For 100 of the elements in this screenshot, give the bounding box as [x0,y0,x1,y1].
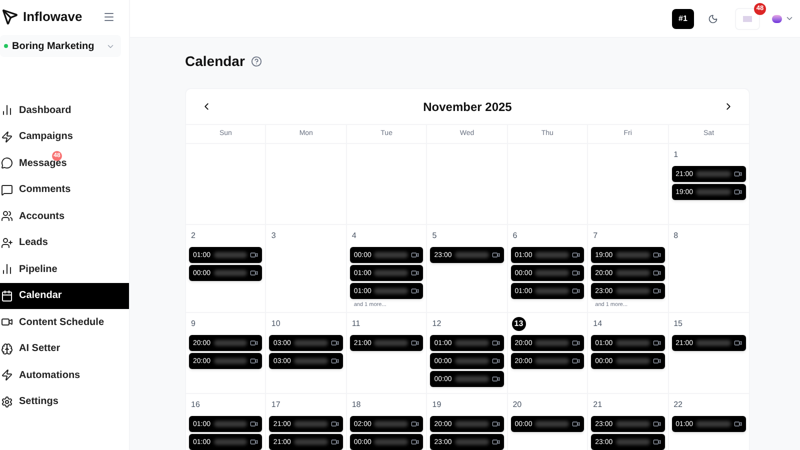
day-number: 12 [432,318,442,330]
blurred-title [374,421,408,428]
moon-icon[interactable] [708,14,718,24]
blurred-title [616,340,650,346]
sidebar-item[interactable]: Content Schedule [0,309,129,336]
blurred-title [214,340,248,346]
video-icon [652,438,661,446]
video-icon [250,269,258,277]
day-cell[interactable]: 8 [668,225,749,312]
video-icon [411,339,420,348]
blurred-title [454,358,489,364]
paper-plane-logo-icon [2,9,18,25]
blurred-title [374,252,408,258]
blurred-title [294,358,328,364]
day-number: 14 [593,318,602,330]
sidebar-item[interactable]: Pipeline [0,256,129,282]
day-cell[interactable]: 3 [266,225,347,312]
sidebar-item[interactable]: Calendar [0,282,129,309]
blurred-title [374,270,408,276]
help-icon[interactable] [250,56,262,66]
video-icon [572,269,580,277]
blurred-title [374,340,408,346]
day-number: 8 [674,230,678,242]
brand-name: Inflowave [23,8,82,26]
blurred-title [294,421,328,428]
bar-chart-icon [1,104,13,116]
video-icon [652,420,661,428]
blurred-title [374,439,408,446]
chat-bubble-icon [1,157,13,170]
blurred-title [696,189,731,195]
sidebar-item[interactable]: Settings [0,388,129,415]
calendar-icon [1,290,13,302]
workspace-selector[interactable]: Boring Marketing [0,35,121,57]
page-title: Calendar [185,52,245,70]
sidebar-item[interactable]: Comments [0,176,129,203]
video-icon [330,420,339,428]
blurred-title [616,421,650,428]
video-icon [652,357,661,366]
blurred-title [214,358,248,364]
blurred-title [535,340,570,346]
blurred-title [454,252,489,258]
sidebar-item[interactable]: Dashboard [0,97,129,124]
day-number: 4 [352,230,356,242]
day-number: 21 [593,398,602,411]
video-icon [1,316,13,328]
brain-icon [1,342,13,355]
day-number: 10 [271,318,280,330]
video-icon [250,357,258,366]
video-icon [734,188,742,196]
blurred-title [696,171,731,177]
day-number: 6 [512,230,518,242]
video-icon [734,339,742,348]
chevron-down-icon[interactable] [785,14,794,23]
day-number: 2 [191,230,196,242]
blurred-title [454,421,489,428]
rank-badge[interactable]: #1 [672,8,694,28]
day-number: 7 [593,230,598,242]
sidebar-item[interactable]: Accounts [0,203,129,230]
video-icon [411,287,420,295]
blurred-title [616,288,650,294]
blurred-title [294,340,328,346]
day-number: 15 [674,318,682,330]
blurred-title [294,439,328,446]
video-icon [250,420,258,428]
video-icon [492,357,500,366]
video-icon [734,420,742,428]
video-icon [411,438,420,446]
lightning-icon [1,369,13,382]
bar-chart-icon [1,263,13,276]
blurred-title [454,340,489,346]
sidebar-item[interactable]: Leads [0,230,129,256]
avatar-picture[interactable] [772,14,782,22]
blurred-title [616,252,650,258]
day-number: 20 [512,398,522,411]
video-icon [572,357,580,366]
sidebar-item[interactable]: Automations [0,362,129,388]
users-icon [1,210,13,222]
video-icon [330,339,339,348]
settings-icon [1,396,13,408]
menu-icon[interactable] [103,11,115,23]
video-icon [411,251,420,259]
blurred-title [616,270,650,276]
video-icon [411,269,420,277]
day-number: 18 [352,398,361,411]
video-icon [572,251,580,259]
day-number: 22 [674,398,682,411]
flag-icon [743,16,752,22]
sidebar-item[interactable]: AI Setter [0,336,129,362]
blurred-title [535,288,570,294]
day-number: 17 [271,398,280,411]
blurred-title [535,252,570,258]
sidebar-item[interactable]: Campaigns [0,124,129,150]
video-icon [411,420,420,428]
comment-icon [1,184,13,196]
blurred-title [535,421,570,428]
video-icon [492,438,500,446]
day-number: 11 [352,318,360,330]
video-icon [250,339,258,348]
blurred-title [535,270,570,276]
day-number: 1 [674,148,678,160]
